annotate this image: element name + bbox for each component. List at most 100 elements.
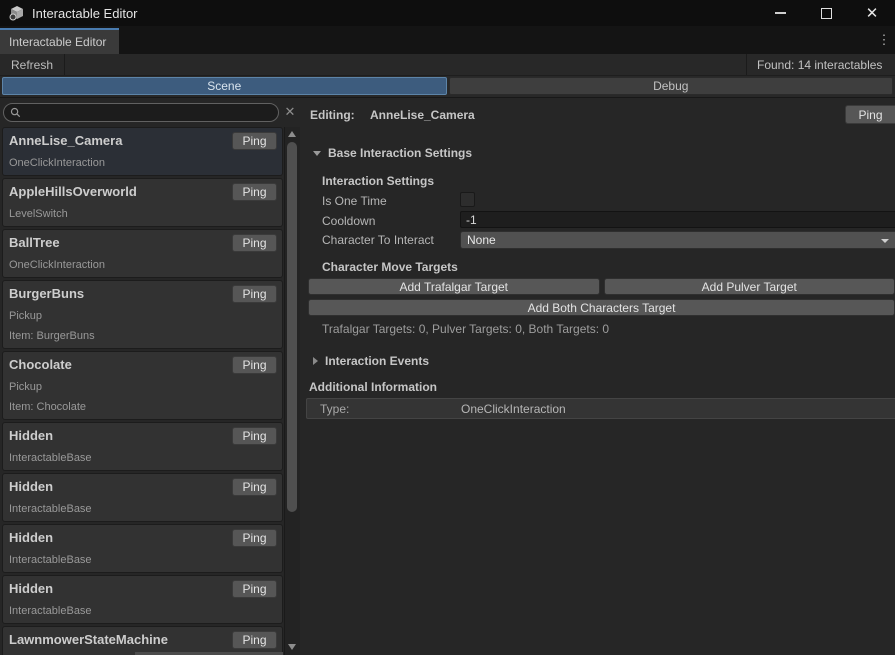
window-controls: ✕ xyxy=(757,0,895,26)
item-lines: InteractableBase xyxy=(9,604,276,618)
foldout-base-interaction-settings[interactable]: Base Interaction Settings xyxy=(313,146,472,160)
arrow-down-icon xyxy=(288,644,296,650)
window-titlebar: Interactable Editor ✕ xyxy=(0,0,895,26)
item-ping-button[interactable]: Ping xyxy=(232,285,277,303)
is-one-time-checkbox[interactable] xyxy=(460,192,475,207)
foldout-base-label: Base Interaction Settings xyxy=(328,146,472,160)
item-title: BallTree xyxy=(9,233,229,252)
editing-value: AnneLise_Camera xyxy=(370,108,475,122)
item-title: AnneLise_Camera xyxy=(9,131,229,150)
item-title: Hidden xyxy=(9,477,229,496)
item-lines: InteractableBase xyxy=(9,451,276,465)
foldout-interaction-events[interactable]: Interaction Events xyxy=(313,354,429,368)
list-item[interactable]: Hidden Ping InteractableBase xyxy=(2,575,283,624)
cooldown-input[interactable] xyxy=(460,211,895,228)
search-icon xyxy=(10,107,21,118)
refresh-button[interactable]: Refresh xyxy=(0,54,65,75)
list-item[interactable]: Hidden Ping InteractableBase xyxy=(2,524,283,573)
is-one-time-label: Is One Time xyxy=(322,194,387,208)
found-count-label: Found: 14 interactables xyxy=(746,54,895,75)
item-title: AppleHillsOverworld xyxy=(9,182,229,201)
item-title: BurgerBuns xyxy=(9,284,229,303)
foldout-events-label: Interaction Events xyxy=(325,354,429,368)
toolbar: Refresh Found: 14 interactables xyxy=(0,54,895,76)
interactable-list-panel: ✕ AnneLise_Camera Ping OneClickInteracti… xyxy=(0,98,300,655)
section-interaction-settings: Interaction Settings xyxy=(322,174,434,188)
type-value: OneClickInteraction xyxy=(461,402,566,416)
minimize-button[interactable] xyxy=(757,0,803,26)
item-subtitle: InteractableBase xyxy=(9,451,276,465)
character-to-interact-dropdown[interactable]: None xyxy=(460,231,895,249)
search-field[interactable] xyxy=(3,103,279,122)
editing-label: Editing: xyxy=(310,108,355,122)
item-ping-button[interactable]: Ping xyxy=(232,529,277,547)
vertical-scrollbar[interactable] xyxy=(284,127,300,655)
item-lines: Pickup Item: Chocolate xyxy=(9,380,276,414)
target-buttons-row: Add Trafalgar Target Add Pulver Target xyxy=(308,278,895,295)
item-lines: OneClickInteraction xyxy=(9,258,276,272)
item-lines: InteractableBase xyxy=(9,553,276,567)
item-title: LawnmowerStateMachine xyxy=(9,630,229,649)
type-info-box: Type: OneClickInteraction xyxy=(306,398,895,419)
vertical-scrollbar-thumb[interactable] xyxy=(287,142,297,512)
list-item[interactable]: AnneLise_Camera Ping OneClickInteraction xyxy=(2,127,283,176)
add-pulver-target-button[interactable]: Add Pulver Target xyxy=(604,278,895,295)
item-ping-button[interactable]: Ping xyxy=(232,580,277,598)
clear-x-icon: ✕ xyxy=(285,104,296,120)
list-item[interactable]: BurgerBuns Ping Pickup Item: BurgerBuns xyxy=(2,280,283,349)
item-ping-button[interactable]: Ping xyxy=(232,132,277,150)
list-item[interactable]: BallTree Ping OneClickInteraction xyxy=(2,229,283,278)
maximize-button[interactable] xyxy=(803,0,849,26)
scroll-up-button[interactable] xyxy=(288,131,296,137)
foldout-open-icon xyxy=(313,151,321,156)
item-subtitle: Item: Chocolate xyxy=(9,400,276,414)
tab-debug[interactable]: Debug xyxy=(449,77,894,95)
item-ping-button[interactable]: Ping xyxy=(232,427,277,445)
dock-tab-interactable-editor[interactable]: Interactable Editor xyxy=(0,28,119,54)
inspector-panel: Editing: AnneLise_Camera Ping Base Inter… xyxy=(300,98,895,655)
tab-scene[interactable]: Scene xyxy=(2,77,447,95)
item-subtitle: Pickup xyxy=(9,380,276,394)
item-subtitle: InteractableBase xyxy=(9,553,276,567)
interactable-list: AnneLise_Camera Ping OneClickInteraction… xyxy=(0,127,284,655)
list-item[interactable]: AppleHillsOverworld Ping LevelSwitch xyxy=(2,178,283,227)
close-icon: ✕ xyxy=(866,6,879,21)
add-trafalgar-target-button[interactable]: Add Trafalgar Target xyxy=(308,278,600,295)
dropdown-arrow-icon xyxy=(881,239,889,243)
scroll-down-button[interactable] xyxy=(288,644,296,650)
kebab-menu-icon: ⋮ xyxy=(878,32,891,48)
item-ping-button[interactable]: Ping xyxy=(232,356,277,374)
item-lines: OneClickInteraction xyxy=(9,156,276,170)
search-clear-button[interactable]: ✕ xyxy=(283,104,297,120)
item-subtitle: LevelSwitch xyxy=(9,207,276,221)
item-lines: LevelSwitch xyxy=(9,207,276,221)
add-both-characters-target-button[interactable]: Add Both Characters Target xyxy=(308,299,895,316)
window-title: Interactable Editor xyxy=(32,6,138,21)
tab-menu-button[interactable]: ⋮ xyxy=(876,26,892,54)
arrow-up-icon xyxy=(288,131,296,137)
item-lines: Pickup Item: BurgerBuns xyxy=(9,309,276,343)
item-subtitle: OneClickInteraction xyxy=(9,258,276,272)
item-subtitle: Pickup xyxy=(9,309,276,323)
list-item[interactable]: LawnmowerStateMachine Ping OneClickInter… xyxy=(2,626,283,655)
item-ping-button[interactable]: Ping xyxy=(232,234,277,252)
item-subtitle: InteractableBase xyxy=(9,502,276,516)
view-tabbar: Scene Debug xyxy=(0,76,895,98)
search-input[interactable] xyxy=(25,105,272,121)
item-subtitle: Item: BurgerBuns xyxy=(9,329,276,343)
close-button[interactable]: ✕ xyxy=(849,0,895,26)
list-item[interactable]: Hidden Ping InteractableBase xyxy=(2,473,283,522)
app-cube-icon xyxy=(9,5,25,21)
item-ping-button[interactable]: Ping xyxy=(232,478,277,496)
item-title: Hidden xyxy=(9,528,229,547)
inspector-ping-button[interactable]: Ping xyxy=(845,105,895,124)
character-to-interact-label: Character To Interact xyxy=(322,233,434,247)
maximize-icon xyxy=(821,8,832,19)
list-item[interactable]: Hidden Ping InteractableBase xyxy=(2,422,283,471)
item-subtitle: InteractableBase xyxy=(9,604,276,618)
item-ping-button[interactable]: Ping xyxy=(232,631,277,649)
item-lines: InteractableBase xyxy=(9,502,276,516)
list-item[interactable]: Chocolate Ping PickupItem: Chocolate xyxy=(2,351,283,420)
item-ping-button[interactable]: Ping xyxy=(232,183,277,201)
cooldown-label: Cooldown xyxy=(322,214,375,228)
